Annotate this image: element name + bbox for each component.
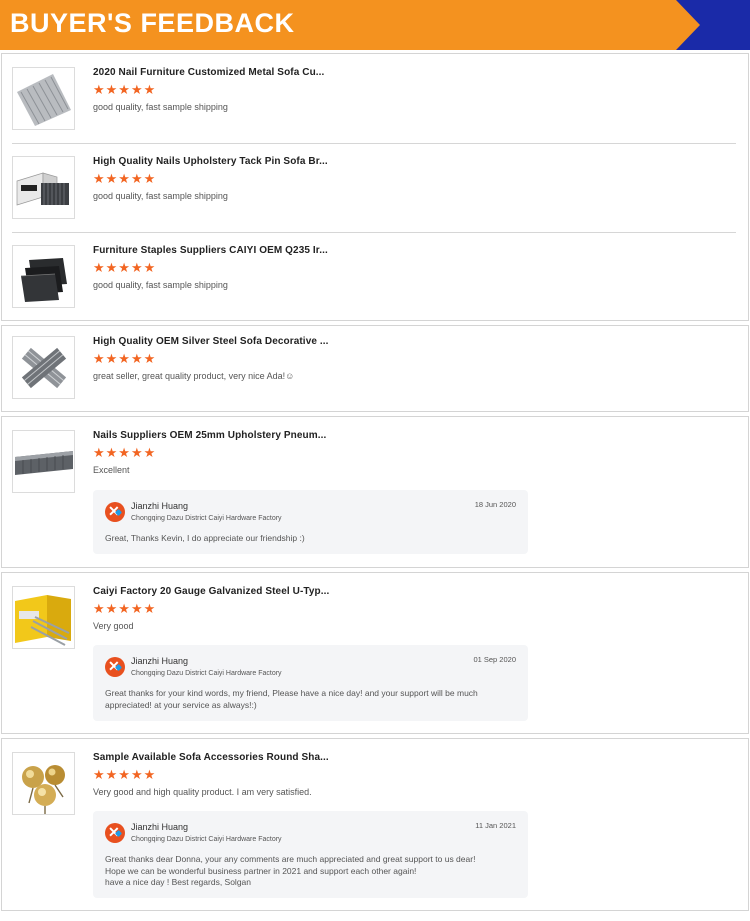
seller-avatar: ✕ bbox=[105, 657, 125, 677]
rating-stars: ★★★★★ bbox=[93, 82, 157, 97]
product-thumbnail[interactable] bbox=[12, 586, 75, 649]
product-thumbnail[interactable] bbox=[12, 752, 75, 815]
rating-stars: ★★★★★ bbox=[93, 767, 157, 782]
seller-avatar: ✕ bbox=[105, 502, 125, 522]
seller-name: Jianzhi Huang bbox=[131, 656, 189, 666]
seller-avatar: ✕ bbox=[105, 823, 125, 843]
rating-stars: ★★★★★ bbox=[93, 445, 157, 460]
review-text: great seller, great quality product, ver… bbox=[93, 371, 295, 381]
seller-reply: ✕ Jianzhi Huang Chongqing Dazu District … bbox=[93, 490, 528, 554]
product-title-link[interactable]: Nails Suppliers OEM 25mm Upholstery Pneu… bbox=[93, 430, 326, 441]
rating-stars: ★★★★★ bbox=[93, 260, 157, 275]
page-title: BUYER'S FEEDBACK bbox=[10, 8, 295, 38]
seller-reply: ✕ Jianzhi Huang Chongqing Dazu District … bbox=[93, 645, 528, 721]
product-thumbnail[interactable] bbox=[12, 336, 75, 399]
product-thumbnail[interactable] bbox=[12, 67, 75, 130]
rating-stars: ★★★★★ bbox=[93, 601, 157, 616]
review-text: good quality, fast sample shipping bbox=[93, 280, 228, 290]
seller-company: Chongqing Dazu District Caiyi Hardware F… bbox=[131, 515, 282, 522]
seller-name: Jianzhi Huang bbox=[131, 822, 189, 832]
product-thumbnail[interactable] bbox=[12, 430, 75, 493]
feedback-item: 2020 Nail Furniture Customized Metal Sof… bbox=[12, 67, 736, 131]
product-thumbnail[interactable] bbox=[12, 156, 75, 219]
review-text: Very good bbox=[93, 621, 134, 631]
product-thumbnail[interactable] bbox=[12, 245, 75, 308]
boxed-staples-icon bbox=[13, 157, 74, 218]
product-title-link[interactable]: Sample Available Sofa Accessories Round … bbox=[93, 752, 329, 763]
product-title-link[interactable]: High Quality Nails Upholstery Tack Pin S… bbox=[93, 156, 328, 167]
review-text: Very good and high quality product. I am… bbox=[93, 787, 312, 797]
crossed-staples-icon bbox=[13, 337, 74, 398]
product-title-link[interactable]: 2020 Nail Furniture Customized Metal Sof… bbox=[93, 67, 324, 78]
review-text: Excellent bbox=[93, 465, 130, 475]
feedback-item: Furniture Staples Suppliers CAIYI OEM Q2… bbox=[12, 245, 736, 309]
product-title-link[interactable]: Furniture Staples Suppliers CAIYI OEM Q2… bbox=[93, 245, 328, 256]
feedback-item: High Quality Nails Upholstery Tack Pin S… bbox=[12, 156, 736, 220]
feedback-banner: BUYER'S FEEDBACK bbox=[0, 0, 750, 50]
product-title-link[interactable]: High Quality OEM Silver Steel Sofa Decor… bbox=[93, 336, 329, 347]
reply-text: Great, Thanks Kevin, I do appreciate our… bbox=[105, 533, 305, 543]
item-divider bbox=[12, 143, 736, 144]
feedback-item: High Quality OEM Silver Steel Sofa Decor… bbox=[12, 336, 736, 400]
black-staples-icon bbox=[13, 246, 74, 307]
reply-text: Great thanks dear Donna, your any commen… bbox=[105, 854, 476, 887]
item-divider bbox=[12, 232, 736, 233]
reply-date: 18 Jun 2020 bbox=[474, 500, 516, 509]
rating-stars: ★★★★★ bbox=[93, 171, 157, 186]
seller-reply: ✕ Jianzhi Huang Chongqing Dazu District … bbox=[93, 811, 528, 898]
product-title-link[interactable]: Caiyi Factory 20 Gauge Galvanized Steel … bbox=[93, 586, 329, 597]
straight-brad-nails-icon bbox=[13, 68, 74, 129]
gold-tacks-icon bbox=[13, 753, 74, 814]
yellow-box-staples-icon bbox=[13, 587, 74, 648]
reply-date: 11 Jan 2021 bbox=[475, 821, 516, 830]
rating-stars: ★★★★★ bbox=[93, 351, 157, 366]
reply-date: 01 Sep 2020 bbox=[473, 655, 516, 664]
seller-company: Chongqing Dazu District Caiyi Hardware F… bbox=[131, 836, 282, 843]
review-text: good quality, fast sample shipping bbox=[93, 191, 228, 201]
seller-name: Jianzhi Huang bbox=[131, 501, 189, 511]
reply-text: Great thanks for your kind words, my fri… bbox=[105, 688, 478, 710]
review-text: good quality, fast sample shipping bbox=[93, 102, 228, 112]
seller-company: Chongqing Dazu District Caiyi Hardware F… bbox=[131, 670, 282, 677]
nail-strip-icon bbox=[13, 431, 74, 492]
